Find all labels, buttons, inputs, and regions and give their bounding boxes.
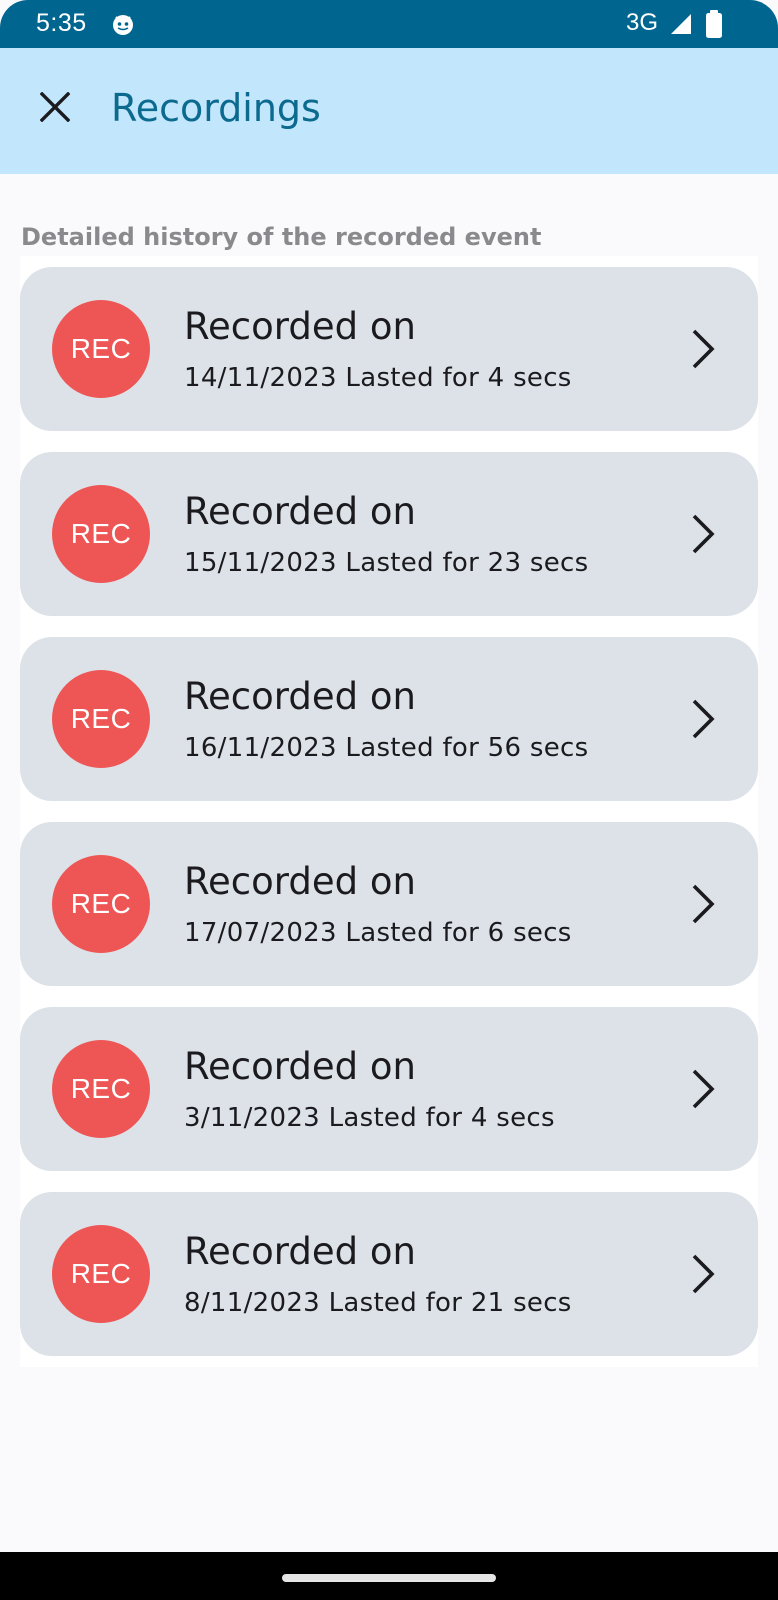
- cell-signal-icon: [671, 14, 691, 34]
- recording-title: Recorded on: [184, 490, 416, 533]
- rec-badge: REC: [52, 670, 150, 768]
- status-time: 5:35: [36, 9, 87, 37]
- page-title: Recordings: [111, 86, 321, 130]
- chevron-right-icon: [692, 329, 715, 369]
- network-type: 3G: [626, 9, 659, 36]
- recording-title: Recorded on: [184, 1230, 416, 1273]
- chevron-right-icon: [692, 1254, 715, 1294]
- chevron-right-icon: [692, 884, 715, 924]
- battery-icon: [706, 10, 722, 38]
- recording-item[interactable]: REC Recorded on 16/11/2023 Lasted for 56…: [20, 637, 758, 801]
- recording-item[interactable]: REC Recorded on 3/11/2023 Lasted for 4 s…: [20, 1007, 758, 1171]
- rec-badge-label: REC: [70, 1258, 132, 1289]
- recording-item[interactable]: REC Recorded on 8/11/2023 Lasted for 21 …: [20, 1192, 758, 1356]
- recording-item[interactable]: REC Recorded on 14/11/2023 Lasted for 4 …: [20, 267, 758, 431]
- recording-title: Recorded on: [184, 860, 416, 903]
- chevron-right-icon: [692, 699, 715, 739]
- recording-detail: 17/07/2023 Lasted for 6 secs: [184, 918, 572, 948]
- gesture-handle[interactable]: [282, 1574, 496, 1582]
- screen: 5:35 3G Recordings Detailed history of t…: [0, 0, 778, 1600]
- chevron-right-icon: [692, 514, 715, 554]
- rec-badge-label: REC: [70, 333, 132, 364]
- recording-detail: 15/11/2023 Lasted for 23 secs: [184, 548, 589, 578]
- status-bar: 5:35 3G: [0, 0, 778, 48]
- recording-title: Recorded on: [184, 675, 416, 718]
- rec-badge: REC: [52, 485, 150, 583]
- recording-item[interactable]: REC Recorded on 15/11/2023 Lasted for 23…: [20, 452, 758, 616]
- navigation-bar: [0, 1552, 778, 1600]
- rec-badge-label: REC: [70, 888, 132, 919]
- recording-detail: 16/11/2023 Lasted for 56 secs: [184, 733, 589, 763]
- close-button[interactable]: [30, 82, 80, 132]
- app-bar: Recordings: [0, 48, 778, 174]
- recording-title: Recorded on: [184, 305, 416, 348]
- recording-detail: 14/11/2023 Lasted for 4 secs: [184, 363, 572, 393]
- rec-badge: REC: [52, 1225, 150, 1323]
- chevron-right-icon: [692, 1069, 715, 1109]
- close-icon: [40, 92, 70, 122]
- recording-item[interactable]: REC Recorded on 17/07/2023 Lasted for 6 …: [20, 822, 758, 986]
- rec-badge-label: REC: [70, 1073, 132, 1104]
- rec-badge-label: REC: [70, 703, 132, 734]
- recording-detail: 8/11/2023 Lasted for 21 secs: [184, 1288, 572, 1318]
- rec-badge: REC: [52, 300, 150, 398]
- section-subtitle: Detailed history of the recorded event: [21, 223, 542, 251]
- rec-badge: REC: [52, 1040, 150, 1138]
- recording-detail: 3/11/2023 Lasted for 4 secs: [184, 1103, 555, 1133]
- rec-badge: REC: [52, 855, 150, 953]
- recordings-list: REC Recorded on 14/11/2023 Lasted for 4 …: [20, 256, 758, 1367]
- android-app-icon: [113, 15, 133, 35]
- recording-title: Recorded on: [184, 1045, 416, 1088]
- rec-badge-label: REC: [70, 518, 132, 549]
